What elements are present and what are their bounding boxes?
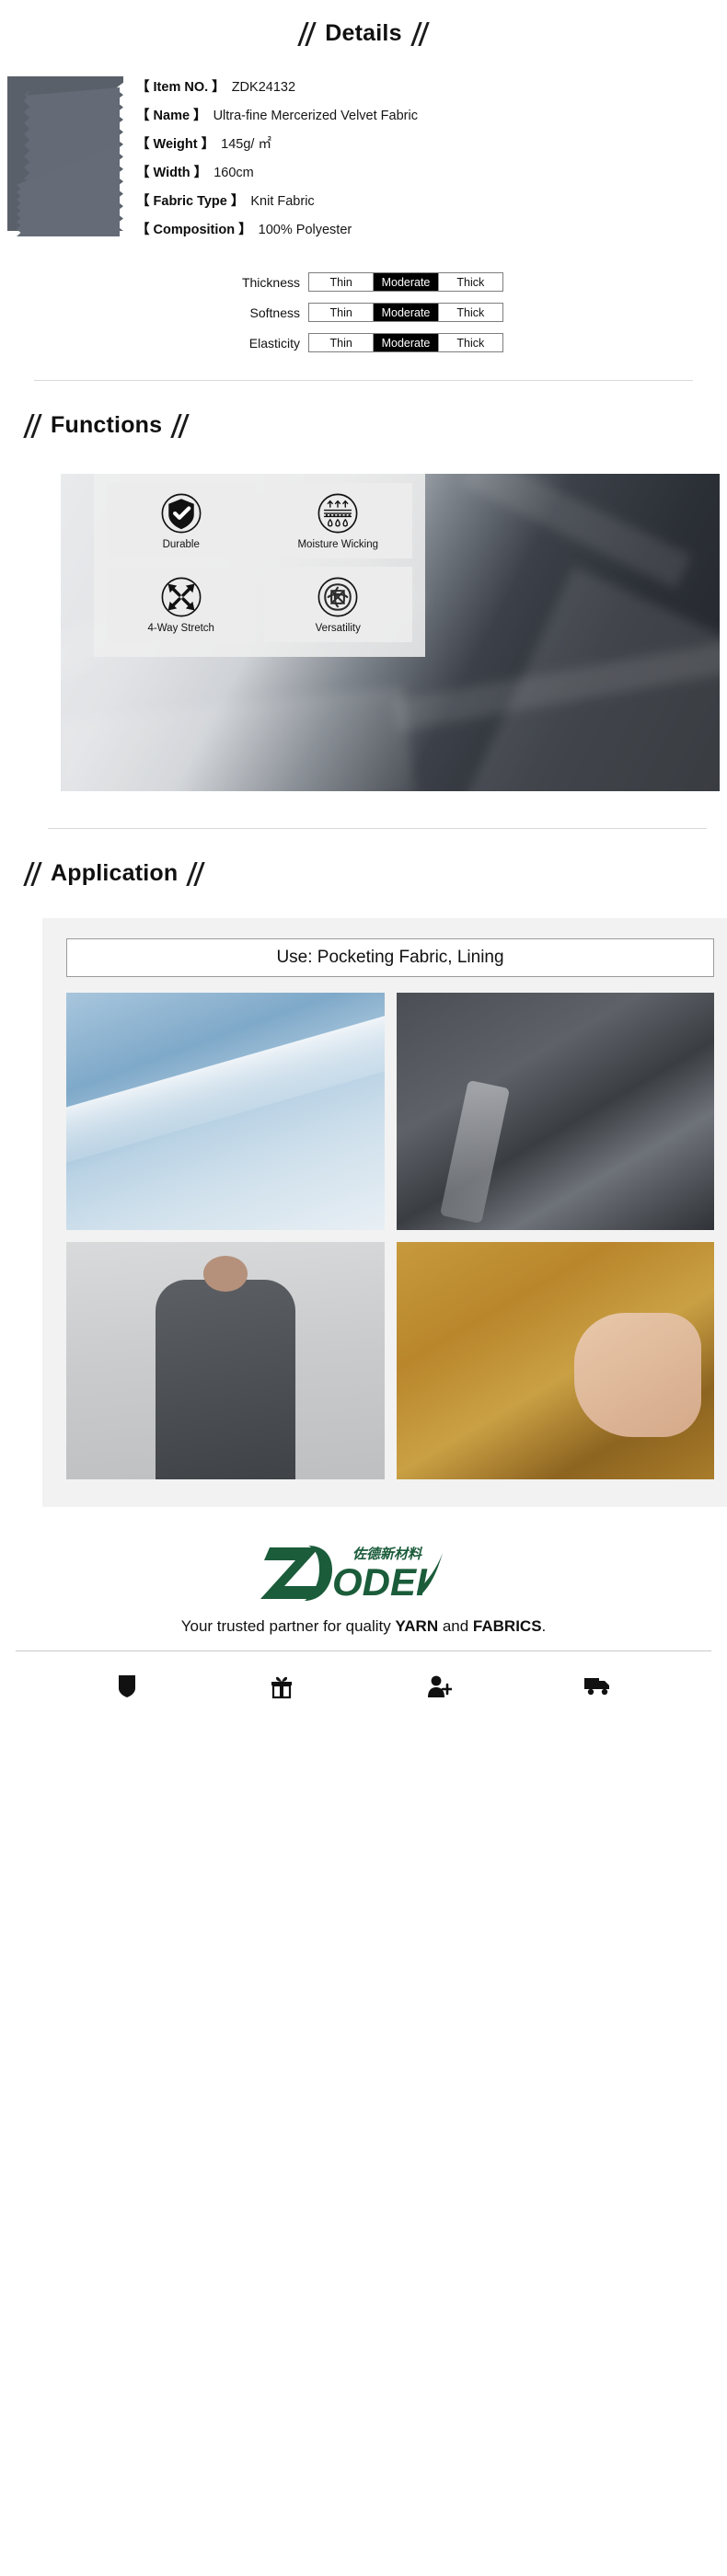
page-title: Details <box>325 20 402 46</box>
spec-row-item-no: 【 Item NO. 】 ZDK24132 <box>136 76 727 105</box>
scale-option-thin[interactable]: Thin <box>309 334 375 351</box>
footer-icon-bar <box>0 1673 727 1699</box>
slash-decoration-right <box>410 21 430 46</box>
spec-row-name: 【 Name 】 Ultra-fine Mercerized Velvet Fa… <box>136 105 727 133</box>
section-title: Application <box>51 860 179 886</box>
application-image-hand-on-mustard-fabric <box>396 1242 714 1479</box>
fabric-swatch-image <box>7 76 134 237</box>
functions-background-photo: The fabric typically offers several key … <box>61 474 720 791</box>
add-user-icon[interactable] <box>426 1673 452 1699</box>
spec-list: 【 Item NO. 】 ZDK24132 【 Name 】 Ultra-fin… <box>136 76 727 247</box>
scale-option-thin[interactable]: Thin <box>309 273 375 291</box>
svg-text:佐德新材料: 佐德新材料 <box>352 1546 423 1562</box>
shield-check-icon <box>161 493 202 534</box>
property-row-elasticity: Elasticity Thin Moderate Thick <box>224 333 503 352</box>
property-row-thickness: Thickness Thin Moderate Thick <box>224 272 503 292</box>
function-label: 4-Way Stretch <box>147 622 214 634</box>
spec-value: 145g/ ㎡ <box>221 137 271 152</box>
application-image-man-wearing-grey-tshirt <box>66 1242 385 1479</box>
company-logo: ODEI 佐德新材料 <box>0 1540 727 1606</box>
tagline-mid: and <box>438 1617 473 1635</box>
tagline-yarn: YARN <box>395 1617 439 1635</box>
spec-value: 160cm <box>213 166 254 180</box>
functions-section: Functions The fabric typically offers se… <box>0 381 727 829</box>
functions-heading: Functions <box>23 412 727 439</box>
moisture-wicking-icon <box>317 493 358 534</box>
spec-value: 100% Polyester <box>258 223 352 237</box>
property-name: Softness <box>249 305 300 320</box>
functions-card-grid: Durable Moisture Wicking 4-Way Stretch V… <box>94 474 425 657</box>
function-label: Durable <box>162 538 200 550</box>
spec-row-fabric-type: 【 Fabric Type 】 Knit Fabric <box>136 190 727 219</box>
application-image-grey-jacket-zip-pocket <box>396 993 714 1230</box>
tagline-end: . <box>541 1617 547 1635</box>
function-card-durable[interactable]: Durable <box>107 482 256 558</box>
function-label: Moisture Wicking <box>297 538 379 550</box>
gift-icon[interactable] <box>270 1673 294 1699</box>
property-scale: Thin Moderate Thick <box>308 333 503 352</box>
spec-row-weight: 【 Weight 】 145g/ ㎡ <box>136 133 727 162</box>
function-card-4-way-stretch[interactable]: 4-Way Stretch <box>107 566 256 642</box>
details-section: Details 【 Item NO. 】 ZDK24132 【 Name 】 U… <box>0 0 727 381</box>
scale-option-moderate[interactable]: Moderate <box>374 334 439 351</box>
spec-label: 【 Item NO. 】 <box>136 80 225 95</box>
slash-decoration-left <box>23 861 42 886</box>
slash-decoration-right <box>186 861 206 886</box>
property-name: Thickness <box>241 274 300 290</box>
scale-option-moderate[interactable]: Moderate <box>374 273 439 291</box>
footer-tagline: Your trusted partner for quality YARN an… <box>0 1617 727 1636</box>
spec-row-width: 【 Width 】 160cm <box>136 162 727 190</box>
spec-value: Ultra-fine Mercerized Velvet Fabric <box>213 109 418 123</box>
four-way-arrows-icon <box>161 577 202 617</box>
property-row-softness: Softness Thin Moderate Thick <box>224 303 503 322</box>
function-card-versatility[interactable]: Versatility <box>263 566 412 642</box>
slash-decoration-left <box>297 21 317 46</box>
application-panel: Use: Pocketing Fabric, Lining <box>42 918 727 1507</box>
spec-row-composition: 【 Composition 】 100% Polyester <box>136 219 727 247</box>
spec-label: 【 Weight 】 <box>136 137 215 152</box>
footer-divider <box>16 1650 711 1651</box>
svg-text:ODEI: ODEI <box>332 1560 428 1604</box>
function-label: Versatility <box>315 622 361 634</box>
delivery-truck-icon[interactable] <box>583 1673 611 1697</box>
application-section: Application Use: Pocketing Fabric, Linin… <box>0 829 727 1507</box>
application-heading: Application <box>23 860 727 887</box>
spec-label: 【 Name 】 <box>136 109 207 123</box>
shield-icon[interactable] <box>116 1673 138 1699</box>
slash-decoration-right <box>170 413 190 438</box>
functions-overlay: The fabric typically offers several key … <box>94 474 425 657</box>
use-banner: Use: Pocketing Fabric, Lining <box>66 938 714 977</box>
property-scale-table: Thickness Thin Moderate Thick Softness T… <box>0 272 727 352</box>
scale-option-thick[interactable]: Thick <box>438 304 502 321</box>
footer-section: ODEI 佐德新材料 Your trusted partner for qual… <box>0 1540 727 1699</box>
scale-option-thick[interactable]: Thick <box>438 334 502 351</box>
spec-label: 【 Width 】 <box>136 166 208 180</box>
scale-option-moderate[interactable]: Moderate <box>374 304 439 321</box>
spec-label: 【 Fabric Type 】 <box>136 194 245 209</box>
spec-label: 【 Composition 】 <box>136 223 252 237</box>
section-title: Functions <box>51 412 163 438</box>
slash-decoration-left <box>23 413 42 438</box>
spec-value: Knit Fabric <box>250 194 315 209</box>
tagline-pre: Your trusted partner for quality <box>180 1617 396 1635</box>
application-image-blue-shirt-pocket-seam <box>66 993 385 1230</box>
celtic-knot-icon <box>317 577 358 617</box>
tagline-fabrics: FABRICS <box>472 1617 542 1635</box>
scale-option-thick[interactable]: Thick <box>438 273 502 291</box>
function-card-moisture-wicking[interactable]: Moisture Wicking <box>263 482 412 558</box>
zoder-logo-icon: ODEI 佐德新材料 <box>260 1546 443 1604</box>
spec-value: ZDK24132 <box>231 80 296 95</box>
property-scale: Thin Moderate Thick <box>308 303 503 322</box>
property-name: Elasticity <box>248 335 300 351</box>
details-heading: Details <box>0 20 727 47</box>
application-image-grid <box>66 993 714 1479</box>
scale-option-thin[interactable]: Thin <box>309 304 375 321</box>
property-scale: Thin Moderate Thick <box>308 272 503 292</box>
